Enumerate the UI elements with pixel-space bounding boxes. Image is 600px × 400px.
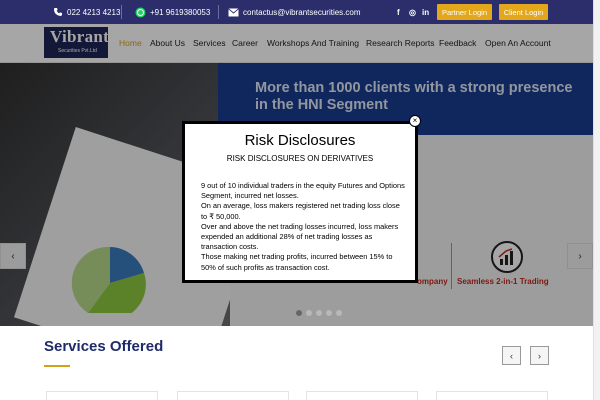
phone-icon [53, 7, 63, 17]
instagram-icon[interactable]: ◎ [409, 5, 416, 19]
modal-body: 9 out of 10 individual traders in the eq… [201, 181, 406, 273]
title-underline [44, 365, 70, 367]
envelope-icon [228, 7, 239, 17]
modal-title: Risk Disclosures [244, 132, 356, 149]
chevron-left-icon: ‹ [510, 350, 513, 361]
risk-disclosure-modal: Risk Disclosures RISK DISCLOSURES ON DER… [182, 121, 418, 283]
slider-dot[interactable] [306, 310, 312, 316]
email-address: contactus@vibrantsecurities.com [243, 7, 361, 17]
facebook-icon[interactable]: f [397, 5, 400, 19]
service-card[interactable] [46, 391, 158, 400]
modal-close-button[interactable]: × [409, 115, 421, 127]
modal-subtitle: RISK DISCLOSURES ON DERIVATIVES [226, 154, 374, 163]
slider-dot[interactable] [316, 310, 322, 316]
slider-dot[interactable] [336, 310, 342, 316]
service-card[interactable] [436, 391, 548, 400]
service-card[interactable] [306, 391, 418, 400]
whatsapp-contact[interactable]: +91 9619380053 [135, 5, 210, 19]
email-contact[interactable]: contactus@vibrantsecurities.com [228, 5, 361, 19]
service-card[interactable] [177, 391, 289, 400]
services-next-button[interactable]: › [530, 346, 549, 365]
slider-dot[interactable] [326, 310, 332, 316]
services-title: Services Offered [44, 338, 164, 355]
slider-dot[interactable] [296, 310, 302, 316]
client-login-button[interactable]: Client Login [499, 4, 548, 20]
top-bar: 022 4213 4213 +91 9619380053 contactus@v… [0, 0, 600, 24]
disclosure-paragraph: Over and above the net trading losses in… [201, 221, 399, 252]
services-prev-button[interactable]: ‹ [502, 346, 521, 365]
slider-pagination [296, 310, 342, 316]
whatsapp-number: +91 9619380053 [150, 7, 211, 17]
whatsapp-icon [135, 7, 146, 18]
partner-login-button[interactable]: Partner Login [437, 4, 492, 20]
services-section: Services Offered ‹ › [0, 326, 593, 400]
chevron-right-icon: › [538, 350, 541, 361]
divider [121, 5, 122, 19]
disclosure-paragraph: Those making net trading profits, incurr… [201, 252, 393, 272]
linkedin-icon[interactable]: in [422, 5, 429, 19]
disclosure-paragraph: 9 out of 10 individual traders in the eq… [201, 181, 405, 201]
phone-number: 022 4213 4213 [67, 7, 121, 17]
close-icon: × [412, 116, 418, 125]
phone-contact[interactable]: 022 4213 4213 [53, 5, 120, 19]
disclosure-paragraph: On an average, loss makers registered ne… [201, 201, 400, 221]
page-scrollbar[interactable] [593, 0, 600, 400]
divider [218, 5, 219, 19]
